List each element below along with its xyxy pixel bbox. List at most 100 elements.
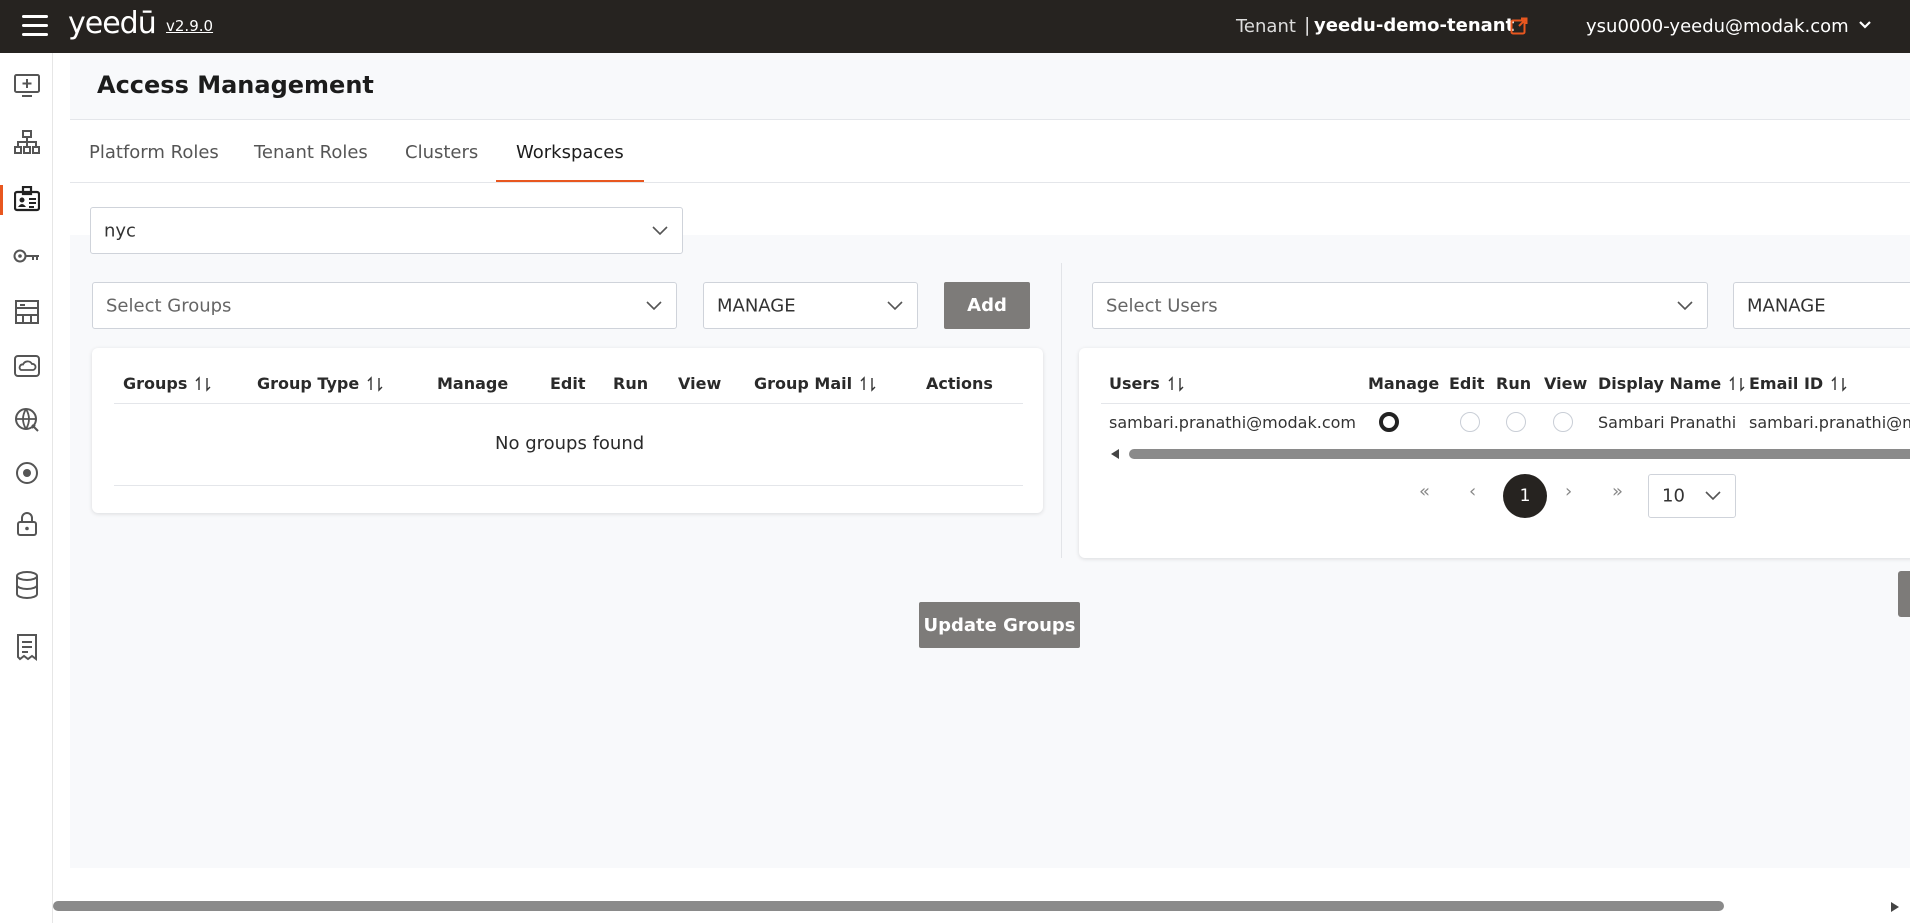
tab-workspaces[interactable]: Workspaces	[516, 142, 624, 163]
monitor-plus-icon	[14, 74, 40, 97]
sort-icon[interactable]	[195, 375, 211, 392]
users-select[interactable]: Select Users	[1092, 282, 1708, 329]
building-icon	[15, 300, 39, 324]
page-size-select[interactable]: 10	[1648, 474, 1736, 518]
edit-radio[interactable]	[1460, 412, 1480, 432]
col-groups-label: Groups	[123, 374, 188, 393]
globe-icon	[15, 408, 39, 432]
sidebar-item-database[interactable]	[10, 568, 44, 602]
scroll-left-icon[interactable]	[1109, 448, 1121, 460]
chevron-down-icon	[1677, 300, 1693, 310]
workspace-select-value: nyc	[104, 220, 136, 241]
prev-page-button[interactable]: ‹	[1469, 481, 1476, 502]
external-link-icon[interactable]	[1510, 17, 1528, 35]
tabs-divider	[70, 182, 1910, 183]
sort-icon[interactable]	[1168, 375, 1184, 392]
view-radio[interactable]	[1553, 412, 1573, 432]
users-select-placeholder: Select Users	[1106, 295, 1218, 316]
page-size-value: 10	[1662, 485, 1685, 507]
run-radio[interactable]	[1506, 412, 1526, 432]
col-group-type: Group Type	[257, 374, 383, 393]
menu-icon[interactable]	[22, 15, 48, 37]
tab-active-underline	[496, 180, 644, 182]
col-display-name: Display Name	[1598, 374, 1745, 393]
chevron-down-icon	[1705, 491, 1721, 501]
sidebar-item-security[interactable]	[10, 507, 44, 541]
sitemap-icon	[14, 130, 40, 154]
target-icon	[16, 462, 38, 484]
col-email-id: Email ID	[1749, 374, 1847, 393]
cloud-icon	[14, 355, 40, 377]
footer-divider	[114, 485, 1023, 486]
page-horizontal-scrollbar[interactable]	[53, 898, 1910, 916]
top-bar: yeedū v2.9.0 Tenant | yeedu-demo-tenant …	[0, 0, 1910, 53]
tenant-name[interactable]: yeedu-demo-tenant	[1314, 15, 1514, 36]
col-actions: Actions	[926, 374, 993, 393]
sidebar-item-cloud[interactable]	[10, 350, 44, 384]
sidebar-item-keys[interactable]	[10, 239, 44, 273]
users-table: Users Manage Edit Run View Display Name …	[1079, 348, 1910, 558]
col-display-name-label: Display Name	[1598, 374, 1722, 393]
empty-groups-message: No groups found	[495, 433, 645, 454]
col-group-mail-label: Group Mail	[754, 374, 853, 393]
sidebar-item-dashboard[interactable]	[10, 69, 44, 103]
id-card-icon	[14, 186, 40, 212]
groups-permission-select[interactable]: MANAGE	[703, 282, 918, 329]
users-permission-value: MANAGE	[1747, 295, 1826, 316]
col-view: View	[1544, 374, 1588, 393]
groups-select[interactable]: Select Groups	[92, 282, 677, 329]
manage-radio[interactable]	[1379, 412, 1399, 432]
sidebar-item-target[interactable]	[10, 456, 44, 490]
user-menu[interactable]: ysu0000-yeedu@modak.com	[1586, 16, 1849, 37]
receipt-icon	[17, 634, 37, 661]
col-view: View	[678, 374, 722, 393]
sort-icon[interactable]	[860, 375, 876, 392]
next-page-button[interactable]: ›	[1565, 481, 1572, 502]
col-users: Users	[1109, 374, 1184, 393]
col-groups: Groups	[123, 374, 211, 393]
page-button-current[interactable]: 1	[1503, 474, 1547, 518]
groups-table: Groups Group Type Manage Edit Run View G…	[92, 348, 1043, 513]
users-permission-select[interactable]: MANAGE	[1733, 282, 1910, 329]
tab-platform-roles[interactable]: Platform Roles	[89, 142, 219, 163]
sort-icon[interactable]	[1729, 375, 1745, 392]
tab-clusters[interactable]: Clusters	[405, 142, 478, 163]
key-icon	[13, 249, 39, 263]
page-scrollbar-thumb[interactable]	[53, 901, 1724, 911]
page-title: Access Management	[97, 71, 374, 99]
scroll-right-icon[interactable]	[1889, 901, 1901, 913]
col-email-id-label: Email ID	[1749, 374, 1824, 393]
groups-select-placeholder: Select Groups	[106, 295, 232, 316]
sidebar	[0, 53, 53, 923]
app-root: yeedū v2.9.0 Tenant | yeedu-demo-tenant …	[0, 0, 1910, 923]
user-cell: sambari.pranathi@modak.com	[1109, 413, 1356, 432]
workspace-select[interactable]: nyc	[90, 207, 683, 254]
version-link[interactable]: v2.9.0	[166, 17, 213, 35]
sort-icon[interactable]	[1831, 375, 1847, 392]
display-name-cell: Sambari Pranathi	[1598, 413, 1737, 432]
tab-tenant-roles[interactable]: Tenant Roles	[254, 142, 368, 163]
side-panel-handle[interactable]	[1898, 571, 1910, 617]
sidebar-item-hierarchy[interactable]	[10, 125, 44, 159]
col-edit: Edit	[550, 374, 586, 393]
chevron-down-icon	[646, 300, 662, 310]
sidebar-item-network[interactable]	[10, 403, 44, 437]
header-divider	[1101, 403, 1910, 404]
add-group-button[interactable]: Add	[944, 282, 1030, 329]
first-page-button[interactable]: «	[1419, 481, 1430, 502]
header-divider	[114, 403, 1023, 404]
table-horizontal-scrollbar[interactable]	[1129, 449, 1910, 459]
chevron-down-icon	[652, 225, 668, 235]
col-edit: Edit	[1449, 374, 1485, 393]
sidebar-item-access-management[interactable]	[10, 182, 44, 216]
groups-permission-value: MANAGE	[717, 295, 796, 316]
sort-icon[interactable]	[367, 375, 383, 392]
last-page-button[interactable]: »	[1612, 481, 1623, 502]
app-logo[interactable]: yeedū	[68, 6, 157, 41]
chevron-down-icon[interactable]	[1858, 19, 1872, 31]
sidebar-item-buildings[interactable]	[10, 295, 44, 329]
sidebar-active-indicator	[0, 185, 3, 215]
sidebar-item-logs[interactable]	[10, 630, 44, 664]
email-id-cell: sambari.pranathi@modak.com	[1749, 413, 1910, 432]
update-groups-button[interactable]: Update Groups	[919, 602, 1080, 648]
